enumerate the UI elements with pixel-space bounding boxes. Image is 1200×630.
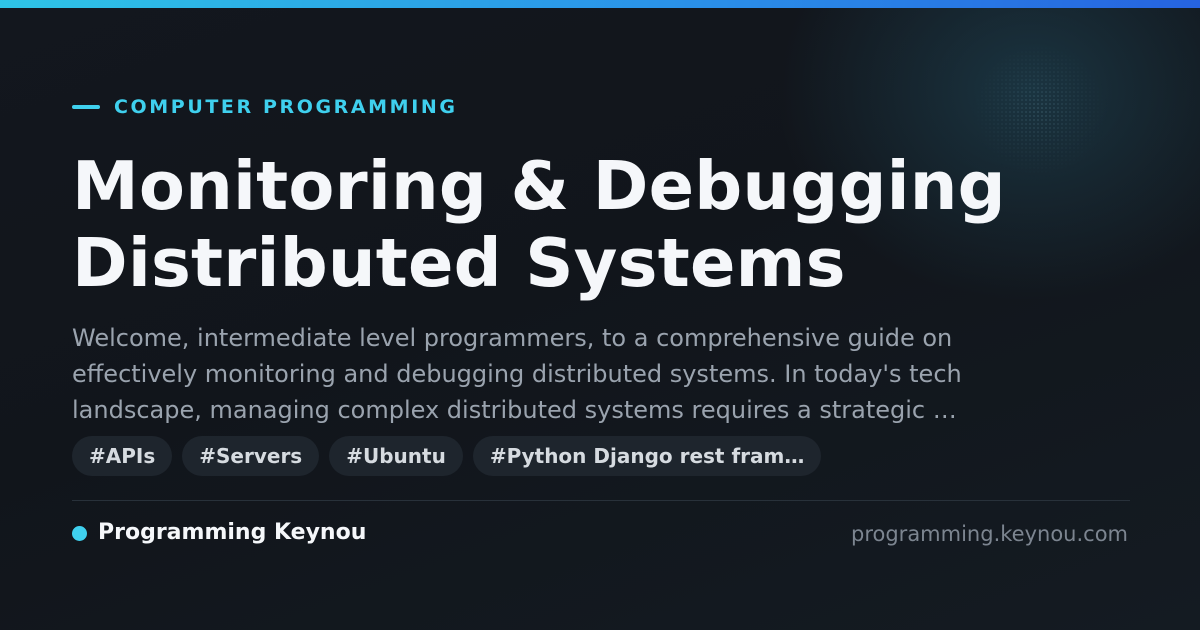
tag-list: #APIs #Servers #Ubuntu #Python Django re… <box>72 436 822 476</box>
tag-servers[interactable]: #Servers <box>182 436 320 476</box>
tag-apis[interactable]: #APIs <box>72 436 173 476</box>
footer-divider <box>72 500 1130 501</box>
category-dash-icon <box>72 105 100 109</box>
brand-name: Programming Keynou <box>98 520 367 545</box>
article-title-line-2: Distributed Systems <box>72 224 846 302</box>
description-line-2: effectively monitoring and debugging dis… <box>72 360 962 388</box>
category-label-group: COMPUTER PROGRAMMING <box>72 96 458 118</box>
accent-top-bar <box>0 0 1200 8</box>
brand: Programming Keynou <box>72 519 366 547</box>
article-title-line-1: Monitoring & Debugging <box>72 147 1006 225</box>
article-description: Welcome, intermediate level programmers,… <box>72 320 1072 428</box>
brand-dot-icon <box>72 525 87 541</box>
tag-ubuntu[interactable]: #Ubuntu <box>329 436 463 476</box>
category-label: COMPUTER PROGRAMMING <box>114 96 458 118</box>
article-title: Monitoring & Debugging Distributed Syste… <box>72 148 1130 302</box>
description-line-1: Welcome, intermediate level programmers,… <box>72 324 953 352</box>
description-line-3: landscape, managing complex distributed … <box>72 396 957 424</box>
tag-python-django[interactable]: #Python Django rest fram… <box>472 436 822 476</box>
site-url: programming.keynou.com <box>851 522 1128 546</box>
